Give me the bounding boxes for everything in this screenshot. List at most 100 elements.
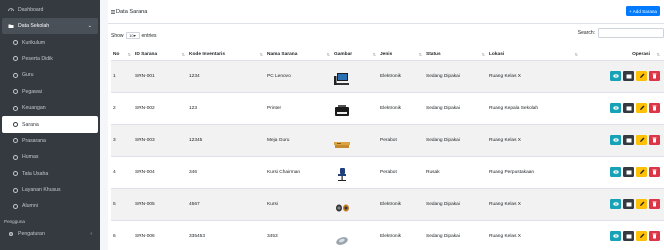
sort-icon: ⇅ (326, 52, 330, 58)
cell-gambar (334, 187, 380, 220)
col-header-gambar[interactable]: Gambar ⇅ (334, 50, 380, 61)
view-button[interactable] (610, 231, 621, 242)
col-header-nama-sarana[interactable]: Nama Sarana ⇅ (267, 50, 334, 61)
window-icon (626, 234, 631, 239)
sidebar-item-alumni[interactable]: Alumni (2, 198, 98, 214)
cell-kode-inventaris: 4567 (189, 187, 267, 220)
delete-button[interactable] (649, 135, 660, 145)
sidebar-item-label: Dashboard (18, 7, 44, 13)
delete-button[interactable] (649, 199, 660, 209)
sidebar-item-prasarana[interactable]: Prasarana (2, 133, 98, 149)
sidebar-item-pengaturan[interactable]: Pengaturan ‹ (2, 226, 98, 242)
edit-button[interactable] (623, 71, 634, 81)
sidebar-item-sarana[interactable]: Sarana (2, 116, 98, 133)
col-header-id-sarana[interactable]: ID Sarana ⇅ (135, 50, 189, 61)
view-button[interactable] (610, 103, 621, 113)
cell-kode-inventaris: 335453 (189, 219, 267, 250)
table-row: 1 SRN-001 1234 PC Lenovo Elektronik Seda… (111, 59, 664, 92)
update-button[interactable] (636, 167, 647, 177)
sidebar-item-label: Pengaturan (18, 230, 45, 237)
update-button[interactable] (636, 199, 647, 209)
table-row: 3 SRN-003 12345 Meja Guru Perabot Sedang… (111, 123, 664, 156)
table-header-row: No ⇅ ID Sarana ⇅ Kode Inventaris ⇅ Nama Sar… (111, 50, 664, 61)
circle-icon (12, 154, 18, 160)
cell-status: Sedang Dipakai (426, 59, 489, 92)
sidebar-item-data-sekolah[interactable]: Data Sekolah ⌄ (2, 18, 98, 35)
chair-image (338, 168, 346, 181)
edit-button[interactable] (623, 199, 634, 209)
sidebar-item-label: Data Sekolah (18, 23, 50, 30)
cell-no: 5 (111, 187, 135, 220)
update-button[interactable] (636, 135, 647, 145)
pencil-icon (639, 233, 644, 239)
cell-nama-sarana: Meja Guru (267, 123, 334, 156)
entries-select[interactable]: 10 ▾ (125, 32, 140, 39)
cell-jenis: Perabot (380, 155, 426, 188)
sidebar-item-tata-usaha[interactable]: Tata Usaha (2, 166, 98, 182)
sort-icon: ⇅ (127, 52, 131, 58)
update-button[interactable] (636, 71, 647, 81)
sidebar-item-keuangan[interactable]: Keuangan (2, 100, 98, 116)
trash-icon (652, 73, 657, 79)
view-button[interactable] (610, 199, 621, 209)
dashboard-icon (8, 7, 14, 13)
delete-button[interactable] (649, 231, 660, 242)
pencil-icon (639, 137, 644, 142)
edit-button[interactable] (623, 167, 634, 177)
sidebar-item-label: Pegawai (22, 88, 42, 95)
sidebar-item-label: Sarana (22, 121, 39, 128)
cell-lokasi: Ruang Perpustakaan (489, 155, 582, 188)
sort-icon: ⇅ (481, 52, 485, 58)
edit-button[interactable] (623, 231, 634, 242)
entries-control: Show 10 ▾ entries (111, 32, 157, 39)
col-header-jenis[interactable]: Jenis ⇅ (380, 50, 426, 61)
sidebar-item-pegawai[interactable]: Pegawai (2, 84, 98, 100)
desk-image (334, 142, 350, 148)
view-button[interactable] (610, 135, 621, 145)
sort-icon: ⇅ (372, 52, 376, 58)
table-row: 2 SRN-002 123 Printer Elektronik Sedang … (111, 91, 664, 124)
search-input[interactable] (598, 28, 664, 38)
add-sarana-button[interactable]: + Add Sarana (626, 6, 660, 16)
sidebar-item-label: Alumni (22, 203, 38, 210)
col-header-lokasi[interactable]: Lokasi ⇅ (489, 50, 582, 61)
sidebar-item-peserta-didik[interactable]: Peserta Didik (2, 51, 98, 67)
delete-button[interactable] (649, 103, 660, 113)
col-header-kode-inventaris[interactable]: Kode Inventaris ⇅ (189, 50, 267, 61)
col-header-no[interactable]: No ⇅ (111, 50, 135, 61)
cell-nama-sarana: Kursi (267, 187, 334, 220)
cell-jenis: Elektronik (380, 91, 426, 124)
cell-status: Sedang Dipakai (426, 123, 489, 156)
sidebar-item-guru[interactable]: Guru (2, 67, 98, 83)
sidebar-item-layanan-khusus[interactable]: Layanan Khusus (2, 182, 98, 198)
col-header-status[interactable]: Status ⇅ (426, 50, 489, 61)
edit-button[interactable] (623, 103, 634, 113)
sidebar-item-dashboard[interactable]: Dashboard (2, 2, 98, 18)
update-button[interactable] (636, 231, 647, 242)
cell-operasi (582, 123, 664, 156)
eye-icon (612, 74, 619, 78)
view-button[interactable] (610, 167, 621, 177)
cell-gambar (334, 91, 380, 124)
cell-status: Sedang Dipakai (426, 187, 489, 220)
circle-icon (12, 203, 18, 209)
delete-button[interactable] (649, 167, 660, 177)
cell-jenis: Perabot (380, 123, 426, 156)
show-label: Show (111, 32, 124, 39)
sidebar-item-kurikulum[interactable]: Kurikulum (2, 34, 98, 50)
cell-kode-inventaris: 123 (189, 91, 267, 124)
update-button[interactable] (636, 103, 647, 113)
cell-nama-sarana: 3453 (267, 219, 334, 250)
cell-id-sarana: SRN-006 (135, 219, 189, 250)
cell-operasi (582, 59, 664, 92)
col-header-operasi[interactable]: Operasi ⇅ (582, 50, 664, 61)
edit-button[interactable] (623, 135, 634, 145)
circle-icon (12, 187, 18, 193)
delete-button[interactable] (649, 71, 660, 81)
eye-icon (612, 170, 619, 174)
view-button[interactable] (610, 71, 621, 81)
window-icon (626, 74, 631, 78)
sidebar-item-humas[interactable]: Humas (2, 149, 98, 165)
window-icon (626, 138, 631, 142)
window-icon (626, 170, 631, 174)
